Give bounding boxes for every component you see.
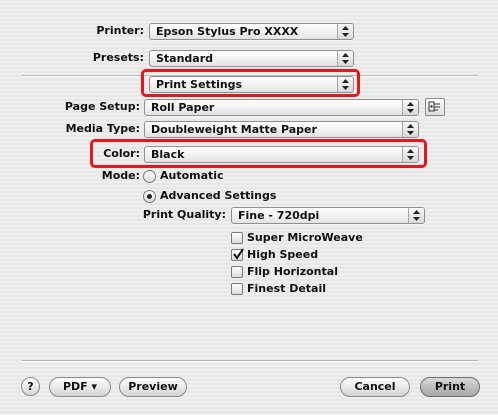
- panel-highlight: [141, 69, 360, 97]
- cancel-button[interactable]: Cancel: [340, 377, 410, 397]
- popup-arrows-icon: [408, 208, 424, 223]
- printer-value: Epson Stylus Pro XXXX: [156, 25, 299, 38]
- pdf-button[interactable]: PDF ▾: [49, 377, 111, 397]
- page-setup-popup[interactable]: Roll Paper: [144, 99, 419, 116]
- flip-horizontal-label: Flip Horizontal: [247, 265, 338, 278]
- preview-button[interactable]: Preview: [119, 377, 187, 397]
- flip-horizontal-checkbox[interactable]: [231, 266, 243, 278]
- printer-popup[interactable]: Epson Stylus Pro XXXX: [149, 23, 354, 40]
- popup-arrows-icon: [337, 51, 353, 66]
- print-button[interactable]: Print: [420, 377, 480, 397]
- presets-value: Standard: [156, 52, 214, 65]
- high-speed-checkbox[interactable]: [231, 248, 244, 261]
- mode-advanced-label: Advanced Settings: [160, 189, 277, 202]
- print-quality-label: Print Quality:: [142, 208, 226, 221]
- finest-detail-label: Finest Detail: [247, 282, 327, 295]
- popup-arrows-icon: [402, 100, 418, 115]
- help-button[interactable]: ?: [21, 377, 40, 396]
- presets-popup[interactable]: Standard: [149, 50, 354, 67]
- media-type-label: Media Type:: [65, 122, 140, 135]
- printer-label: Printer:: [96, 24, 144, 37]
- color-highlight: [90, 139, 427, 168]
- print-quality-popup[interactable]: Fine - 720dpi: [231, 207, 425, 224]
- checkmark-icon: [233, 248, 244, 260]
- mode-automatic-radio[interactable]: [143, 170, 156, 183]
- presets-label: Presets:: [92, 51, 144, 64]
- mode-automatic-label: Automatic: [160, 169, 224, 182]
- mode-label: Mode:: [101, 169, 140, 182]
- popup-arrows-icon: [402, 122, 418, 137]
- print-quality-value: Fine - 720dpi: [238, 209, 320, 222]
- finest-detail-checkbox[interactable]: [231, 283, 243, 295]
- radio-selected-dot: [147, 194, 152, 199]
- bottom-separator: [22, 360, 478, 362]
- roll-paper-icon: [428, 101, 440, 112]
- page-setup-value: Roll Paper: [151, 101, 215, 114]
- popup-arrows-icon: [337, 24, 353, 39]
- media-type-popup[interactable]: Doubleweight Matte Paper: [144, 121, 419, 138]
- super-microweave-checkbox[interactable]: [231, 232, 243, 244]
- super-microweave-label: Super MicroWeave: [247, 231, 363, 244]
- roll-paper-settings-button[interactable]: [425, 98, 445, 116]
- high-speed-label: High Speed: [247, 248, 319, 261]
- media-type-value: Doubleweight Matte Paper: [151, 123, 317, 136]
- mode-advanced-radio[interactable]: [143, 190, 156, 203]
- page-setup-label: Page Setup:: [64, 100, 140, 113]
